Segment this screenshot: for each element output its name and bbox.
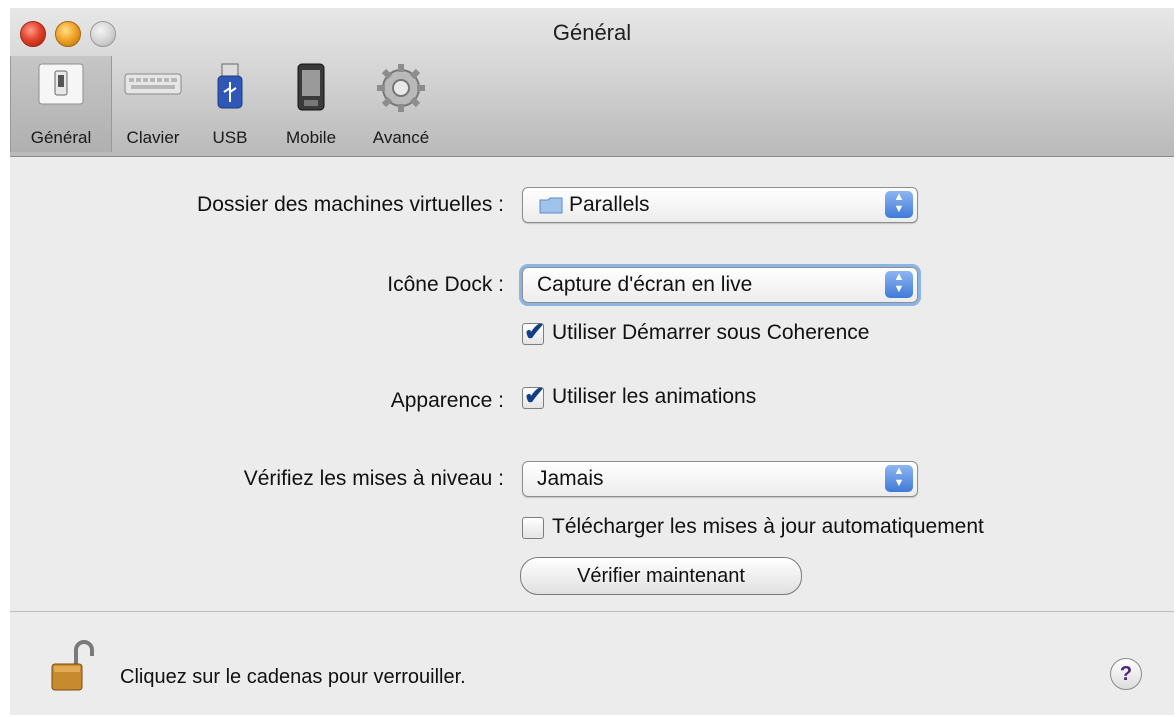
keyboard-icon bbox=[123, 62, 183, 107]
updates-frequency-value: Jamais bbox=[537, 467, 604, 490]
vm-folder-label: Dossier des machines virtuelles : bbox=[197, 193, 504, 216]
tab-keyboard-label: Clavier bbox=[126, 128, 180, 147]
folder-icon bbox=[539, 196, 563, 219]
lock-instruction-text: Cliquez sur le cadenas pour verrouiller. bbox=[120, 666, 466, 688]
footer: Cliquez sur le cadenas pour verrouiller.… bbox=[10, 611, 1174, 715]
checkmark-icon: ✔ bbox=[524, 318, 545, 346]
tab-keyboard[interactable]: Clavier bbox=[112, 56, 194, 152]
mobile-device-icon bbox=[294, 62, 328, 119]
dock-icon-label: Icône Dock : bbox=[387, 273, 504, 296]
updates-frequency-popup[interactable]: Jamais ▲ ▼ bbox=[522, 461, 918, 497]
animations-checkbox-label: Utiliser les animations bbox=[552, 385, 757, 408]
help-button[interactable]: ? bbox=[1110, 658, 1142, 690]
general-settings-panel: Dossier des machines virtuelles : Parall… bbox=[10, 157, 1174, 609]
tab-advanced-label: Avancé bbox=[372, 128, 430, 147]
toolbar: Général Général Clavier USB Mobile Avanc… bbox=[10, 8, 1174, 157]
check-now-button[interactable]: Vérifier maintenant bbox=[520, 557, 802, 595]
preferences-window: Général Général Clavier USB Mobile Avanc… bbox=[10, 8, 1174, 715]
window-title: Général bbox=[552, 20, 632, 45]
coherence-checkbox-label: Utiliser Démarrer sous Coherence bbox=[552, 321, 870, 344]
general-switch-icon bbox=[37, 62, 85, 111]
dock-icon-value: Capture d'écran en live bbox=[537, 273, 753, 296]
tab-general-label: Général bbox=[30, 128, 92, 147]
popup-arrows-icon: ▲ ▼ bbox=[885, 271, 913, 298]
checkmark-icon: ✔ bbox=[524, 382, 545, 410]
appearance-label: Apparence : bbox=[390, 389, 504, 412]
tab-mobile-label: Mobile bbox=[285, 128, 337, 147]
vm-folder-value: Parallels bbox=[569, 193, 650, 216]
auto-download-checkbox[interactable] bbox=[522, 517, 544, 539]
gear-icon bbox=[375, 62, 427, 119]
tab-mobile[interactable]: Mobile bbox=[266, 56, 356, 152]
vm-folder-popup[interactable]: Parallels ▲ ▼ bbox=[522, 187, 918, 223]
tab-advanced[interactable]: Avancé bbox=[358, 56, 444, 152]
animations-checkbox[interactable]: ✔ bbox=[522, 382, 545, 410]
tab-usb-label: USB bbox=[212, 128, 248, 147]
auto-download-checkbox-label: Télécharger les mises à jour automatique… bbox=[552, 515, 984, 538]
dock-icon-popup[interactable]: Capture d'écran en live ▲ ▼ bbox=[522, 267, 918, 303]
popup-arrows-icon: ▲ ▼ bbox=[885, 191, 913, 218]
updates-label: Vérifiez les mises à niveau : bbox=[243, 467, 504, 490]
coherence-checkbox[interactable]: ✔ bbox=[522, 318, 545, 346]
tab-usb[interactable]: USB bbox=[200, 56, 260, 152]
lock-icon[interactable] bbox=[50, 638, 94, 699]
popup-arrows-icon: ▲ ▼ bbox=[885, 465, 913, 492]
usb-icon bbox=[212, 62, 248, 117]
tab-general[interactable]: Général bbox=[10, 56, 112, 152]
